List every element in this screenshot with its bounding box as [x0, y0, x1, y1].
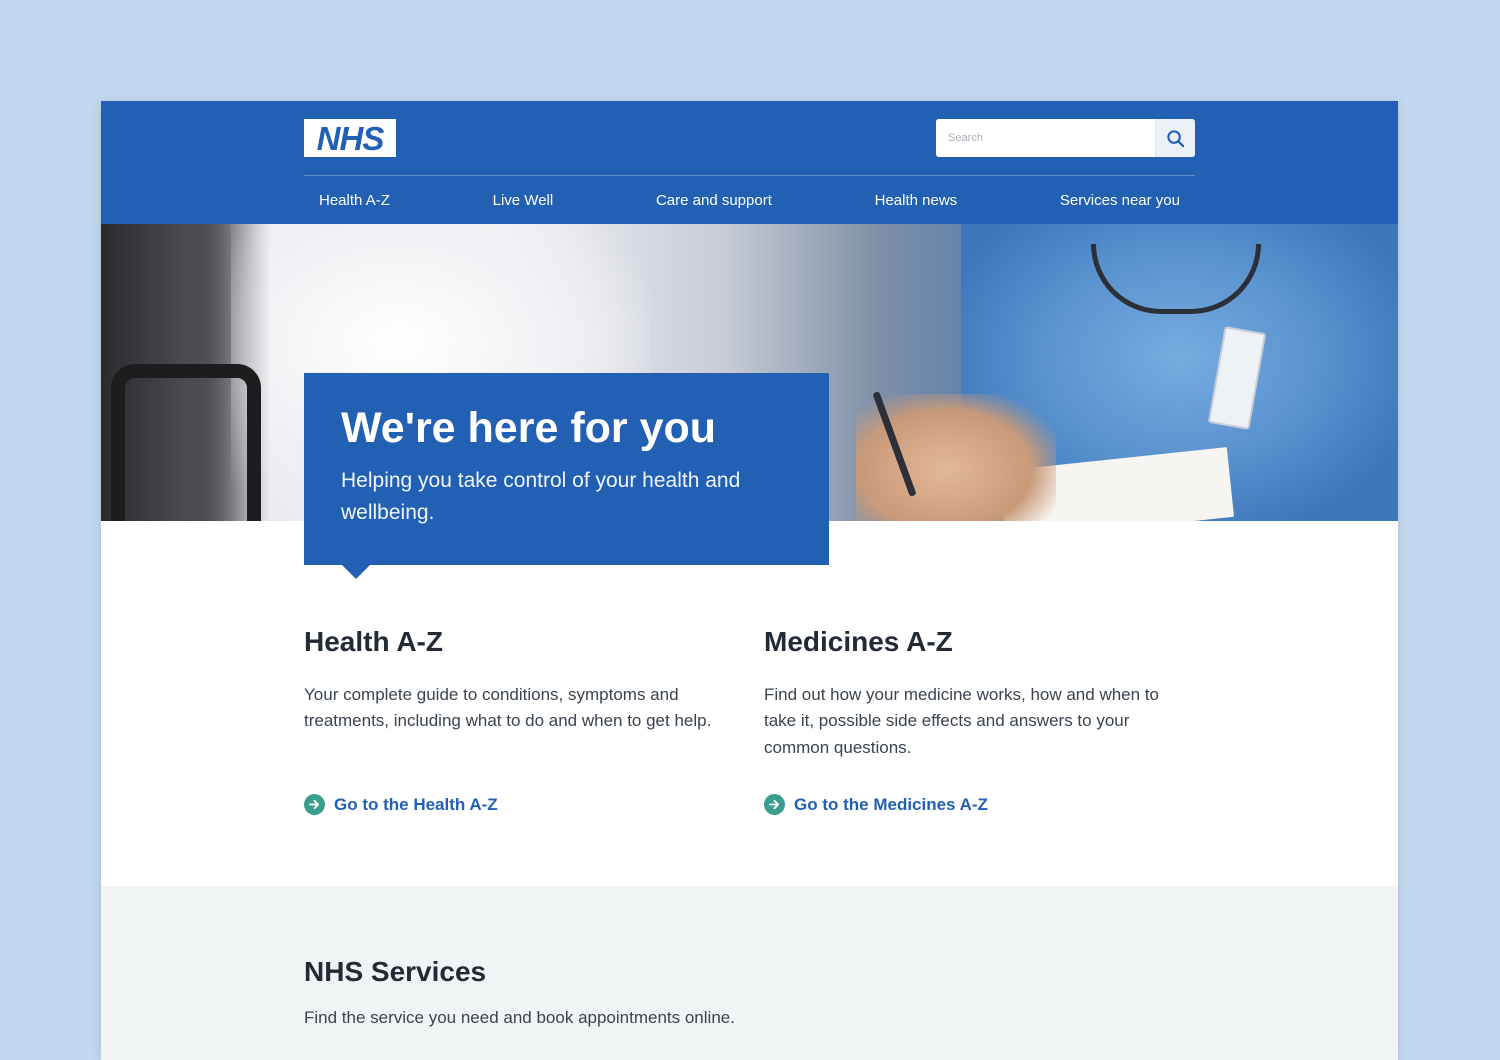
health-a-z-title: Health A-Z: [304, 626, 443, 657]
nav-item-health-a-z[interactable]: Health A-Z: [319, 192, 390, 209]
health-a-z-description: Your complete guide to conditions, sympt…: [304, 685, 712, 731]
medicines-a-z-description: Find out how your medicine works, how an…: [764, 685, 1159, 757]
arrow-right-circle-icon: [304, 794, 325, 815]
nav-item-health-news[interactable]: Health news: [875, 192, 958, 209]
hero-subtitle: Helping you take control of your health …: [341, 468, 741, 525]
go-to-medicines-a-z-link[interactable]: Go to the Medicines A-Z: [764, 794, 988, 815]
search-input[interactable]: [936, 119, 1155, 157]
nhs-logo[interactable]: NHS: [304, 119, 396, 157]
nav-item-live-well[interactable]: Live Well: [493, 192, 554, 209]
nav-item-services-near-you[interactable]: Services near you: [1060, 192, 1180, 209]
hero-title: We're here for you: [341, 404, 717, 452]
go-to-health-a-z-link[interactable]: Go to the Health A-Z: [304, 794, 498, 815]
nav-item-care-and-support[interactable]: Care and support: [656, 192, 772, 209]
health-a-z-section: Health A-Z Your complete guide to condit…: [304, 626, 734, 815]
search-button[interactable]: [1155, 119, 1195, 157]
link-label: Go to the Health A-Z: [334, 794, 498, 814]
main-nav: Health A-Z Live Well Care and support He…: [304, 176, 1195, 224]
medicines-a-z-section: Medicines A-Z Find out how your medicine…: [764, 626, 1194, 815]
arrow-right-circle-icon: [764, 794, 785, 815]
nhs-services-section: NHS Services Find the service you need a…: [101, 886, 1398, 1060]
nhs-services-title: NHS Services: [304, 956, 487, 987]
link-label: Go to the Medicines A-Z: [794, 794, 988, 814]
logo-text: NHS: [316, 119, 385, 157]
browser-page: NHS Health A-Z Live Well Care and suppor…: [101, 101, 1398, 1060]
search-bar: [936, 119, 1195, 157]
hero-callout: We're here for you Helping you take cont…: [304, 373, 829, 579]
nhs-services-description: Find the service you need and book appoi…: [304, 1008, 735, 1027]
site-header: NHS Health A-Z Live Well Care and suppor…: [101, 101, 1398, 224]
medicines-a-z-title: Medicines A-Z: [764, 626, 953, 657]
search-icon: [1167, 129, 1185, 147]
